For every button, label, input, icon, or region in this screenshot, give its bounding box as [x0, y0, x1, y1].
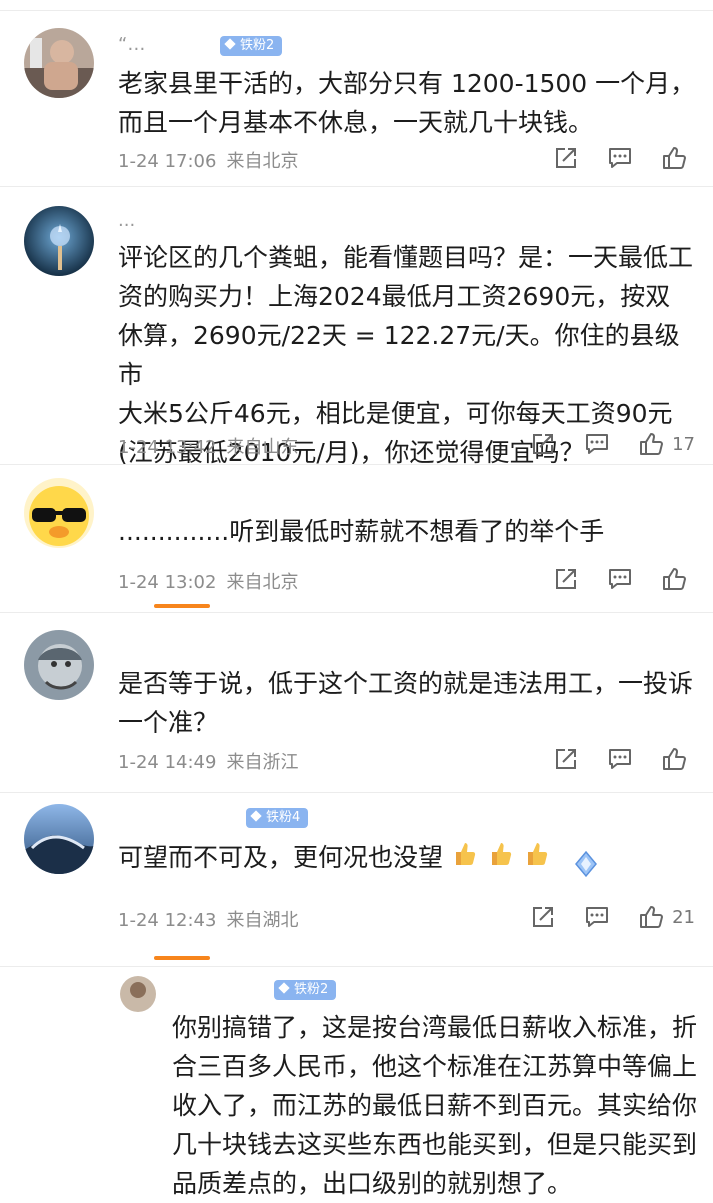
- comment-text: 是否等于说，低于这个工资的就是违法用工，一投诉 一个准？: [118, 669, 694, 737]
- share-button[interactable]: [530, 431, 556, 457]
- location: 来自山东: [226, 437, 299, 458]
- location: 来自北京: [226, 151, 299, 172]
- comment-text: 老家县里干活的，大部分只有 1200-1500 一个月， 而且一个月基本不休息，…: [118, 69, 696, 137]
- location: 来自北京: [226, 572, 299, 593]
- comment-meta: 1-24 17:06 来自北京: [118, 147, 298, 173]
- avatar[interactable]: [24, 206, 94, 276]
- avatar[interactable]: [24, 28, 94, 98]
- highlight-underline: [154, 956, 210, 960]
- avatar[interactable]: [120, 976, 156, 1012]
- comment-actions: [525, 566, 695, 592]
- fan-badge: 铁粉2: [274, 980, 337, 1000]
- timestamp: 1-24 14:49: [118, 752, 217, 773]
- comment-text: 可望而不可及，更何况也没望: [118, 838, 698, 879]
- highlight-underline: [154, 604, 210, 608]
- like-button[interactable]: 17: [638, 431, 695, 457]
- like-button[interactable]: [661, 746, 695, 772]
- share-button[interactable]: [530, 904, 556, 930]
- fan-badge: 铁粉4: [246, 808, 309, 828]
- avatar[interactable]: [24, 630, 94, 700]
- reply-text: 你别搞错了，这是按台湾最低日薪收入标准，折 合三百多人民币，他这个标准在江苏算中…: [172, 1013, 698, 1198]
- comment-icon: [609, 749, 631, 769]
- share-icon: [556, 569, 576, 589]
- thumbs-up-icon: [663, 748, 686, 770]
- comment-button[interactable]: [607, 746, 633, 772]
- comment-button[interactable]: [584, 431, 610, 457]
- timestamp: 1-24 17:06: [118, 151, 217, 172]
- divider: [0, 966, 713, 967]
- avatar[interactable]: [24, 478, 94, 548]
- location: 来自浙江: [226, 752, 299, 773]
- thumbs-up-emoji-icon: [456, 843, 476, 865]
- comment-icon: [586, 907, 609, 927]
- like-button[interactable]: 21: [638, 904, 695, 930]
- comment-meta: 1-24 12:43 来自湖北: [118, 906, 298, 932]
- comment-icon: [609, 148, 631, 168]
- diamond-icon: [224, 38, 236, 50]
- comment-button[interactable]: [607, 566, 633, 592]
- comment-item: ... 评论区的几个粪蛆，能看懂题目吗？是：一天最低工 资的购买力！上海2024…: [0, 186, 713, 467]
- like-button[interactable]: [661, 566, 695, 592]
- username[interactable]: ...: [118, 210, 135, 231]
- comment-text-content: 可望而不可及，更何况也没望: [118, 843, 444, 872]
- comment-meta: 1-24 13:02 来自北京: [118, 568, 298, 594]
- timestamp: 1-24 13:02: [118, 572, 217, 593]
- thumbs-up-icon: [663, 568, 686, 590]
- share-icon: [556, 148, 576, 168]
- comment-icon: [586, 434, 609, 454]
- comment-item: “… 铁粉2 老家县里干活的，大部分只有 1200-1500 一个月， 而且一个…: [0, 0, 713, 187]
- reply-item: 铁粉2 你别搞错了，这是按台湾最低日薪收入标准，折 合三百多人民币，他这个标准在…: [0, 970, 713, 1200]
- thumbs-up-emoji-icon: [528, 843, 548, 865]
- thumbs-up-icon: [640, 906, 664, 928]
- comment-item: ..............听到最低时薪就不想看了的举个手 1-24 13:02…: [0, 464, 713, 613]
- thumbs-up-icon: [663, 147, 686, 169]
- thumbs-up-icon: [640, 433, 664, 455]
- comment-actions: [525, 145, 695, 171]
- comment-actions: [525, 746, 695, 772]
- comment-item: 是否等于说，低于这个工资的就是违法用工，一投诉 一个准？ 1-24 14:49 来…: [0, 612, 713, 793]
- thumbs-up-emoji-icon: [492, 843, 512, 865]
- comment-meta: 1-24 14:49 来自浙江: [118, 748, 298, 774]
- comment-button[interactable]: [607, 145, 633, 171]
- timestamp: 1-24 13:42: [118, 437, 217, 458]
- comment-button[interactable]: [584, 904, 610, 930]
- like-button[interactable]: [661, 145, 695, 171]
- diamond-sparkle-icon: [575, 850, 597, 878]
- comment-actions: 17: [502, 431, 695, 457]
- comment-icon: [609, 569, 631, 589]
- fan-badge: 铁粉2: [220, 36, 283, 56]
- location: 来自湖北: [226, 910, 299, 931]
- comment-item: 铁粉4 可望而不可及，更何况也没望 1-24 12:43 来自湖北 21: [0, 792, 713, 970]
- share-icon: [533, 434, 554, 454]
- share-icon: [556, 749, 576, 769]
- share-button[interactable]: [553, 145, 579, 171]
- username[interactable]: “…: [118, 34, 145, 55]
- like-count: 17: [672, 433, 695, 455]
- like-count: 21: [672, 906, 695, 928]
- thumbs-up-emojis: [453, 840, 561, 879]
- comment-actions: 21: [502, 904, 695, 930]
- share-icon: [533, 907, 554, 927]
- comment-meta: 1-24 13:42 来自山东: [118, 433, 298, 459]
- diamond-icon: [278, 982, 290, 994]
- diamond-icon: [250, 810, 262, 822]
- comment-text: ..............听到最低时薪就不想看了的举个手: [118, 517, 605, 546]
- share-button[interactable]: [553, 566, 579, 592]
- share-button[interactable]: [553, 746, 579, 772]
- avatar[interactable]: [24, 804, 94, 874]
- timestamp: 1-24 12:43: [118, 910, 217, 931]
